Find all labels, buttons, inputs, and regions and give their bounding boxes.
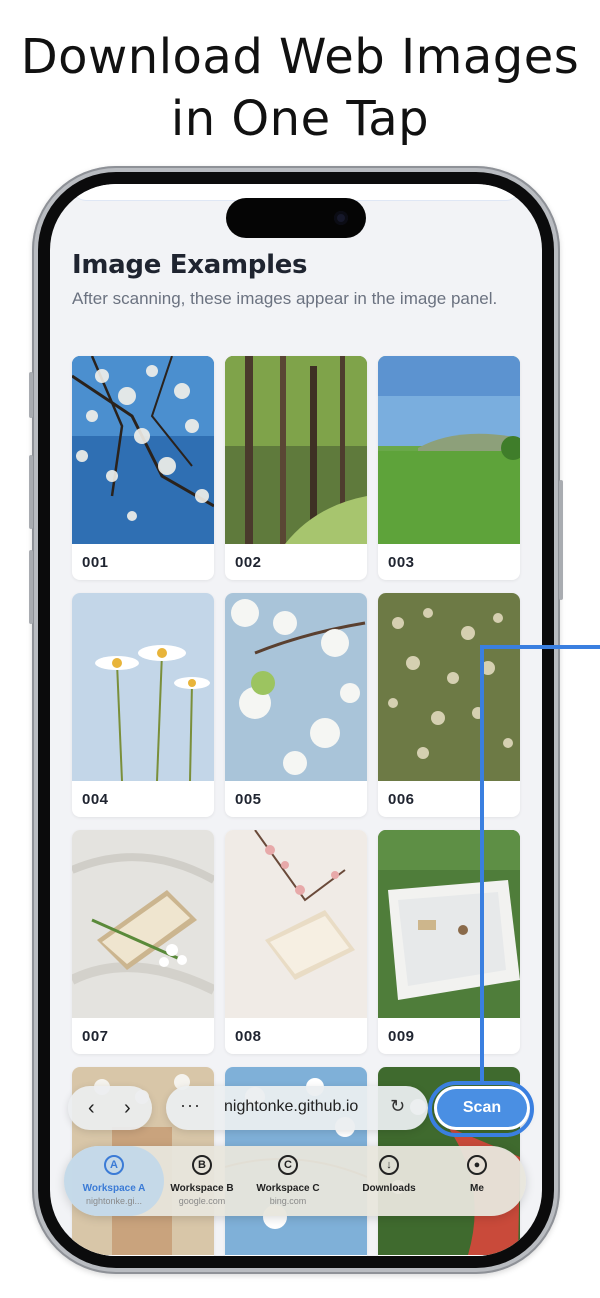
image-thumbnail [72, 593, 214, 781]
tab-label: Workspace C [256, 1183, 320, 1194]
navigation-controls: ‹ › [68, 1086, 152, 1130]
image-tile[interactable]: 004 [72, 593, 214, 817]
tab-me[interactable]: ● Me [444, 1146, 510, 1216]
image-tile[interactable]: 005 [225, 593, 367, 817]
reload-icon[interactable]: ↻ [390, 1096, 405, 1117]
image-thumbnail [378, 830, 520, 1018]
image-label: 009 [388, 1028, 415, 1045]
tab-label: Workspace A [82, 1183, 146, 1194]
tab-downloads[interactable]: ↓ Downloads [344, 1146, 434, 1216]
headline-line-2: in One Tap [170, 91, 430, 147]
image-thumbnail [225, 830, 367, 1018]
image-tile[interactable]: 002 [225, 356, 367, 580]
dynamic-island [226, 198, 366, 238]
image-label: 006 [388, 791, 415, 808]
phone-volume-up-button [29, 455, 33, 529]
download-icon: ↓ [379, 1155, 399, 1175]
workspace-c-icon: C [278, 1155, 298, 1175]
image-label: 002 [235, 554, 262, 571]
callout-line-horizontal [480, 645, 600, 649]
phone-power-button [559, 480, 563, 600]
phone-action-button [29, 372, 33, 418]
profile-icon: ● [467, 1155, 487, 1175]
tab-workspace-a[interactable]: A Workspace A nightonke.gi... [64, 1146, 164, 1216]
tab-label: Workspace B [170, 1183, 234, 1194]
callout-line-vertical [480, 645, 484, 1085]
tab-workspace-c[interactable]: C Workspace C bing.com [250, 1146, 326, 1216]
headline-line-1: Download Web Images [20, 29, 580, 85]
more-icon[interactable]: ··· [180, 1095, 201, 1116]
tab-subtitle: google.com [178, 1196, 226, 1206]
workspace-a-icon: A [104, 1155, 124, 1175]
image-label: 004 [82, 791, 109, 808]
image-tile[interactable]: 007 [72, 830, 214, 1054]
tab-subtitle: nightonke.gi... [85, 1196, 143, 1206]
section-description: After scanning, these images appear in t… [72, 289, 498, 308]
camera-icon [334, 211, 348, 225]
image-thumbnail [378, 593, 520, 781]
scan-highlight-ring [428, 1081, 534, 1137]
tab-label: Downloads [362, 1183, 416, 1194]
image-label: 001 [82, 554, 109, 571]
image-thumbnail [72, 830, 214, 1018]
back-icon[interactable]: ‹ [88, 1096, 95, 1120]
address-bar[interactable]: ··· nightonke.github.io ↻ [166, 1086, 428, 1130]
image-thumbnail [378, 356, 520, 544]
image-tile[interactable]: 008 [225, 830, 367, 1054]
url-text[interactable]: nightonke.github.io [224, 1098, 358, 1116]
tab-bar: A Workspace A nightonke.gi... B Workspac… [64, 1146, 526, 1216]
forward-icon[interactable]: › [124, 1096, 131, 1120]
workspace-b-icon: B [192, 1155, 212, 1175]
image-thumbnail [225, 356, 367, 544]
image-label: 008 [235, 1028, 262, 1045]
image-label: 003 [388, 554, 415, 571]
tab-label: Me [470, 1183, 484, 1194]
phone-volume-down-button [29, 550, 33, 624]
image-thumbnail [72, 356, 214, 544]
image-tile[interactable]: 009 [378, 830, 520, 1054]
image-thumbnail [225, 593, 367, 781]
marketing-headline: Download Web Images in One Tap [0, 26, 600, 150]
tab-subtitle: bing.com [269, 1196, 307, 1206]
image-tile[interactable]: 006 [378, 593, 520, 817]
section-title: Image Examples [72, 250, 308, 280]
image-tile[interactable]: 001 [72, 356, 214, 580]
image-label: 007 [82, 1028, 109, 1045]
image-label: 005 [235, 791, 262, 808]
tab-workspace-b[interactable]: B Workspace B google.com [164, 1146, 240, 1216]
image-tile[interactable]: 003 [378, 356, 520, 580]
